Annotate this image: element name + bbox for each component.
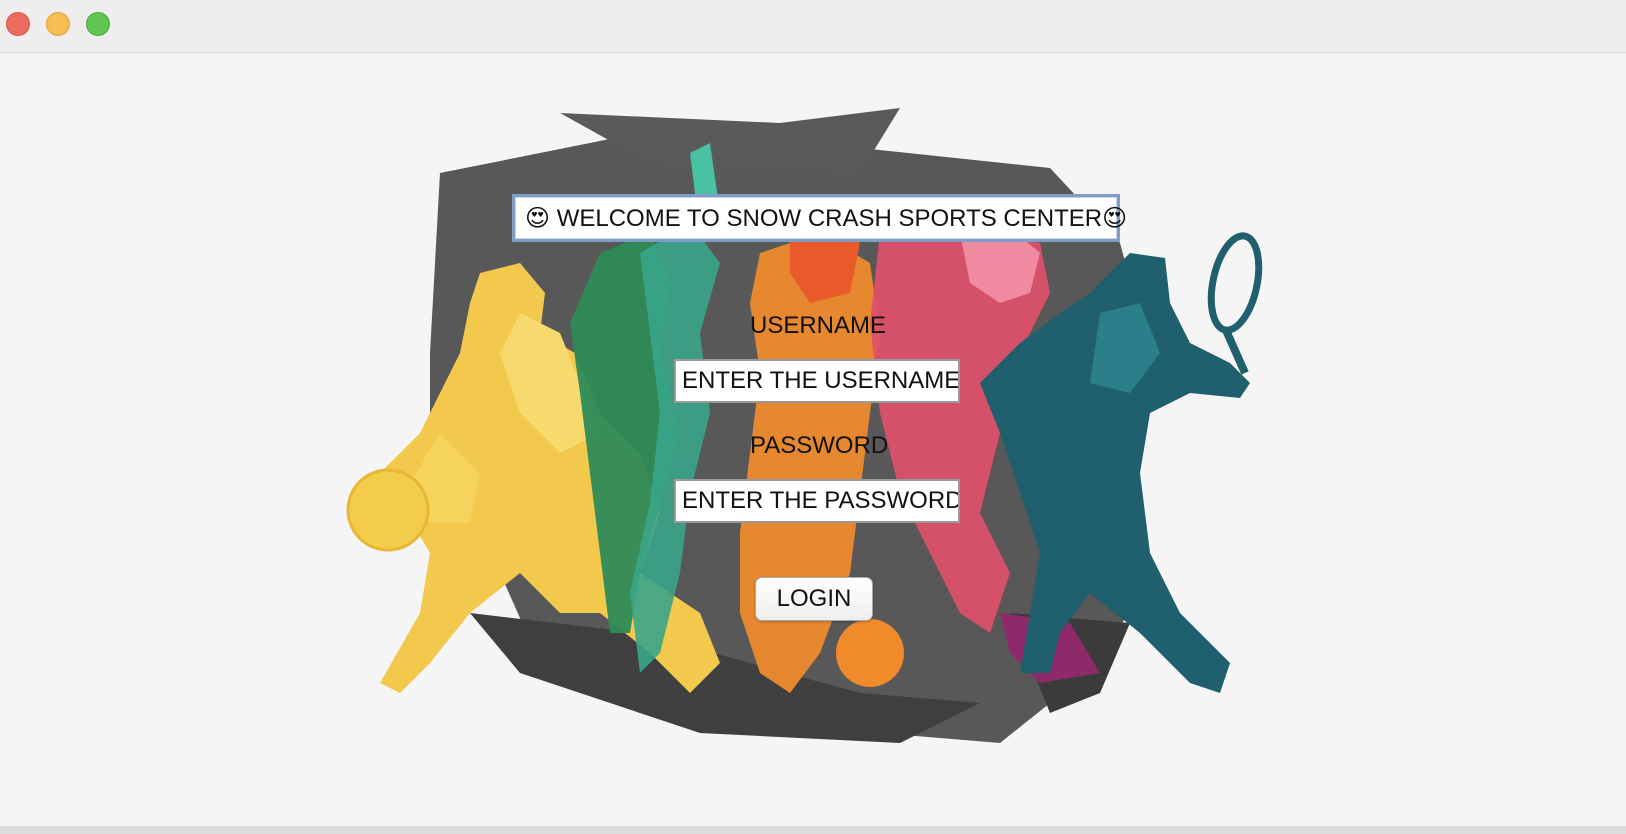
- welcome-banner-text: 😍 WELCOME TO SNOW CRASH SPORTS CENTER😍: [525, 204, 1128, 232]
- maximize-window-button[interactable]: [86, 12, 110, 36]
- username-field[interactable]: ENTER THE USERNAME: [674, 359, 960, 403]
- password-field[interactable]: ENTER THE PASSWORD: [674, 479, 960, 523]
- username-label: USERNAME: [750, 312, 887, 339]
- password-label: PASSWORD: [750, 432, 889, 459]
- window-bottom-edge: [0, 826, 1626, 834]
- login-panel: 😍 WELCOME TO SNOW CRASH SPORTS CENTER😍 U…: [0, 53, 1626, 826]
- close-window-button[interactable]: [6, 12, 30, 36]
- login-button[interactable]: LOGIN: [755, 577, 873, 621]
- welcome-banner-field[interactable]: 😍 WELCOME TO SNOW CRASH SPORTS CENTER😍: [512, 194, 1127, 242]
- app-window: 😍 WELCOME TO SNOW CRASH SPORTS CENTER😍 U…: [0, 0, 1626, 834]
- title-bar: [0, 0, 1626, 53]
- minimize-window-button[interactable]: [46, 12, 70, 36]
